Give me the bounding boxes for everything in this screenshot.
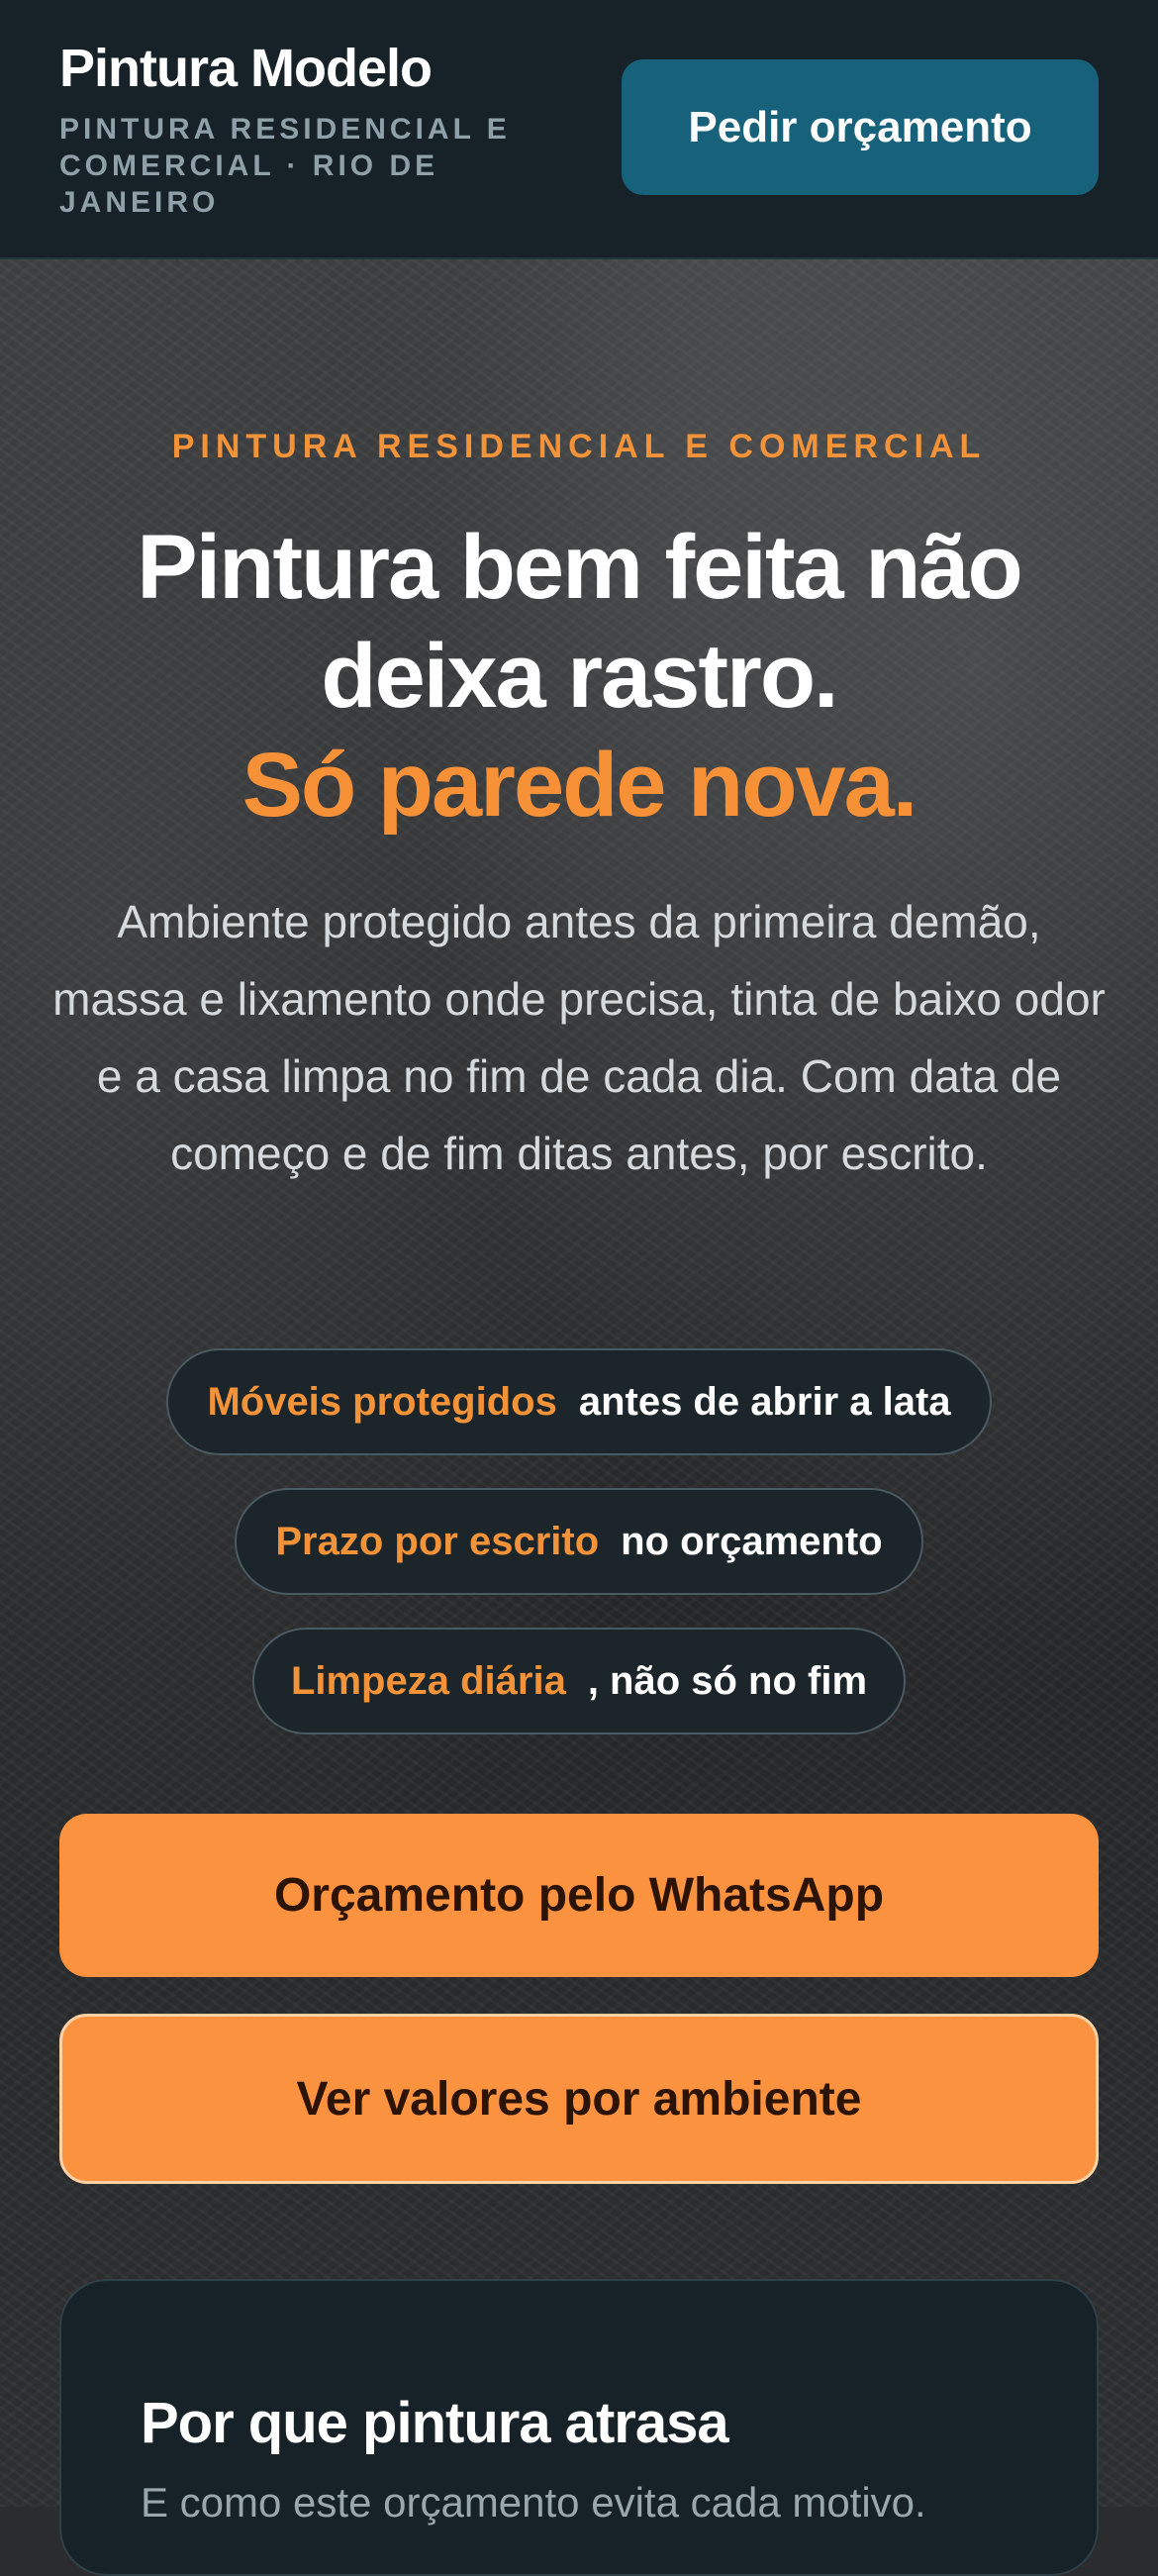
- feature-pill-highlight: Prazo por escrito: [275, 1519, 600, 1563]
- feature-pill-highlight: Limpeza diária: [290, 1658, 566, 1703]
- feature-pill-text: , não só no fim: [587, 1658, 868, 1703]
- site-header: Pintura Modelo PINTURA RESIDENCIAL E COM…: [0, 0, 1158, 259]
- view-prices-button[interactable]: Ver valores por ambiente: [59, 2014, 1099, 2184]
- card-title: Por que pintura atrasa: [141, 2391, 729, 2455]
- request-quote-button[interactable]: Pedir orçamento: [622, 59, 1099, 195]
- delay-reasons-card: Por que pintura atrasa E como este orçam…: [59, 2279, 1099, 2576]
- hero-title-main: Pintura bem feita não deixa rastro.: [137, 517, 1022, 727]
- hero-title: Pintura bem feita não deixa rastro. Só p…: [40, 513, 1118, 840]
- feature-pill-text: no orçamento: [621, 1519, 883, 1563]
- brand-tagline: PINTURA RESIDENCIAL E COMERCIAL · RIO DE…: [59, 113, 511, 219]
- feature-pill-cleaning: Limpeza diária , não só no fim: [252, 1628, 906, 1734]
- whatsapp-quote-button[interactable]: Orçamento pelo WhatsApp: [59, 1814, 1099, 1977]
- feature-pill-deadline: Prazo por escrito no orçamento: [235, 1488, 923, 1595]
- feature-pill-furniture: Móveis protegidos antes de abrir a lata: [166, 1348, 992, 1455]
- hero-title-accent: Só parede nova.: [241, 735, 918, 836]
- hero-description: Ambiente protegido antes da primeira dem…: [52, 896, 1106, 1179]
- card-subtitle: E como este orçamento evita cada motivo.: [141, 2479, 926, 2526]
- feature-pill-text: antes de abrir a lata: [578, 1379, 951, 1424]
- brand-name[interactable]: Pintura Modelo: [59, 38, 433, 99]
- feature-pill-highlight: Móveis protegidos: [207, 1379, 557, 1424]
- hero-eyebrow: PINTURA RESIDENCIAL E COMERCIAL: [171, 428, 987, 465]
